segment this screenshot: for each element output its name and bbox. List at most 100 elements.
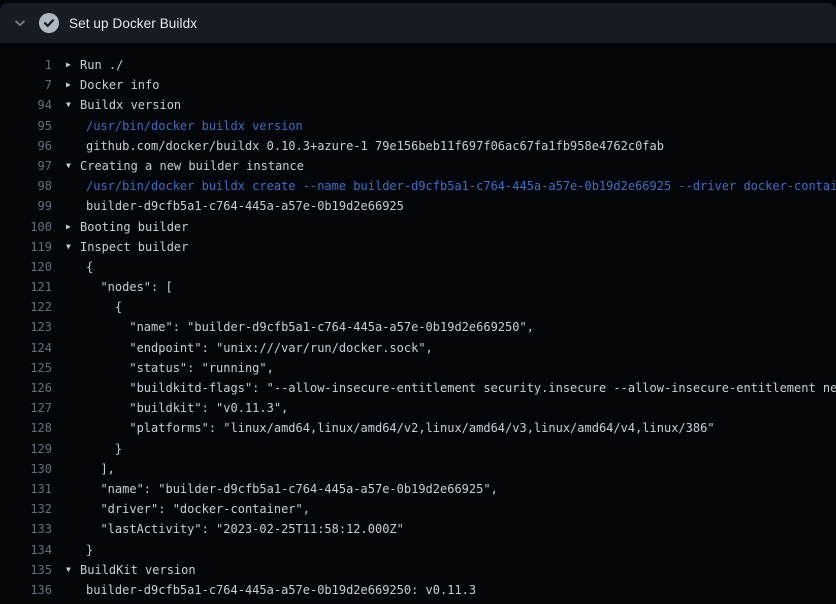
line-number[interactable]: 127 bbox=[0, 398, 52, 418]
line-number[interactable]: 99 bbox=[0, 196, 52, 216]
line-number[interactable]: 94 bbox=[0, 95, 52, 115]
line-text: "name": "builder-d9cfb5a1-c764-445a-a57e… bbox=[86, 317, 534, 337]
line-text: "nodes": [ bbox=[86, 277, 173, 297]
group-toggle-icon[interactable]: ▶ bbox=[66, 75, 80, 95]
line-text: builder-d9cfb5a1-c764-445a-a57e-0b19d2e6… bbox=[86, 196, 404, 216]
group-toggle-icon[interactable]: ▼ bbox=[66, 95, 80, 115]
line-content: "name": "builder-d9cfb5a1-c764-445a-a57e… bbox=[66, 479, 836, 499]
log-line: 122 { bbox=[0, 297, 836, 317]
line-text[interactable]: Buildx version bbox=[80, 95, 181, 115]
line-number[interactable]: 120 bbox=[0, 257, 52, 277]
line-content: } bbox=[66, 439, 836, 459]
line-number[interactable]: 122 bbox=[0, 297, 52, 317]
line-text: "platforms": "linux/amd64,linux/amd64/v2… bbox=[86, 418, 715, 438]
line-number[interactable]: 100 bbox=[0, 217, 52, 237]
line-text[interactable]: Docker info bbox=[80, 75, 159, 95]
log-line: 94 ▼ Buildx version bbox=[0, 95, 836, 115]
line-text: "driver": "docker-container", bbox=[86, 499, 310, 519]
line-content: ▼ Inspect builder bbox=[66, 237, 836, 257]
log-line: 131 "name": "builder-d9cfb5a1-c764-445a-… bbox=[0, 479, 836, 499]
group-toggle-icon[interactable]: ▼ bbox=[66, 156, 80, 176]
line-number[interactable]: 135 bbox=[0, 560, 52, 580]
group-toggle-icon[interactable]: ▼ bbox=[66, 560, 80, 580]
line-content: "platforms": "linux/amd64,linux/amd64/v2… bbox=[66, 418, 836, 438]
line-content: builder-d9cfb5a1-c764-445a-a57e-0b19d2e6… bbox=[66, 196, 836, 216]
line-number[interactable]: 123 bbox=[0, 317, 52, 337]
line-number[interactable]: 124 bbox=[0, 338, 52, 358]
line-number[interactable]: 133 bbox=[0, 519, 52, 539]
line-content: ], bbox=[66, 459, 836, 479]
line-number[interactable]: 119 bbox=[0, 237, 52, 257]
log-line: 123 "name": "builder-d9cfb5a1-c764-445a-… bbox=[0, 317, 836, 337]
log-line: 132 "driver": "docker-container", bbox=[0, 499, 836, 519]
line-number[interactable]: 1 bbox=[0, 55, 52, 75]
line-text: "buildkitd-flags": "--allow-insecure-ent… bbox=[86, 378, 836, 398]
line-number[interactable]: 136 bbox=[0, 580, 52, 600]
line-text: builder-d9cfb5a1-c764-445a-a57e-0b19d2e6… bbox=[86, 580, 476, 600]
log-line: 1 ▶ Run ./ bbox=[0, 55, 836, 75]
log-line: 100 ▶ Booting builder bbox=[0, 217, 836, 237]
group-toggle-icon[interactable]: ▶ bbox=[66, 217, 80, 237]
line-content: "name": "builder-d9cfb5a1-c764-445a-a57e… bbox=[66, 317, 836, 337]
log-line: 127 "buildkit": "v0.11.3", bbox=[0, 398, 836, 418]
line-text: "endpoint": "unix:///var/run/docker.sock… bbox=[86, 338, 433, 358]
line-text[interactable]: Creating a new builder instance bbox=[80, 156, 304, 176]
line-text[interactable]: Booting builder bbox=[80, 217, 188, 237]
group-toggle-icon[interactable]: ▶ bbox=[66, 55, 80, 75]
log-viewer: Set up Docker Buildx 1 ▶ Run ./ 7 ▶ Dock… bbox=[0, 0, 836, 604]
line-text: github.com/docker/buildx 0.10.3+azure-1 … bbox=[86, 136, 664, 156]
log-line: 96 github.com/docker/buildx 0.10.3+azure… bbox=[0, 136, 836, 156]
log-line: 126 "buildkitd-flags": "--allow-insecure… bbox=[0, 378, 836, 398]
step-header[interactable]: Set up Docker Buildx bbox=[0, 3, 836, 43]
line-content: ▶ Booting builder bbox=[66, 217, 836, 237]
chevron-down-icon[interactable] bbox=[12, 15, 28, 31]
check-circle-icon bbox=[39, 13, 59, 33]
line-text: "lastActivity": "2023-02-25T11:58:12.000… bbox=[86, 519, 404, 539]
line-content: /usr/bin/docker buildx version bbox=[66, 116, 836, 136]
log-line: 97 ▼ Creating a new builder instance bbox=[0, 156, 836, 176]
line-text: "name": "builder-d9cfb5a1-c764-445a-a57e… bbox=[86, 479, 498, 499]
line-content: "lastActivity": "2023-02-25T11:58:12.000… bbox=[66, 519, 836, 539]
line-content: "status": "running", bbox=[66, 358, 836, 378]
log-line: 136 builder-d9cfb5a1-c764-445a-a57e-0b19… bbox=[0, 580, 836, 600]
line-number[interactable]: 132 bbox=[0, 499, 52, 519]
log-line: 119 ▼ Inspect builder bbox=[0, 237, 836, 257]
line-number[interactable]: 131 bbox=[0, 479, 52, 499]
line-number[interactable]: 97 bbox=[0, 156, 52, 176]
group-toggle-icon[interactable]: ▼ bbox=[66, 237, 80, 257]
line-number[interactable]: 129 bbox=[0, 439, 52, 459]
line-content: "endpoint": "unix:///var/run/docker.sock… bbox=[66, 338, 836, 358]
line-number[interactable]: 7 bbox=[0, 75, 52, 95]
line-number[interactable]: 98 bbox=[0, 176, 52, 196]
line-number[interactable]: 134 bbox=[0, 540, 52, 560]
line-number[interactable]: 130 bbox=[0, 459, 52, 479]
line-text[interactable]: Inspect builder bbox=[80, 237, 188, 257]
line-content: "buildkitd-flags": "--allow-insecure-ent… bbox=[66, 378, 836, 398]
line-content: ▼ Creating a new builder instance bbox=[66, 156, 836, 176]
line-content: { bbox=[66, 257, 836, 277]
line-number[interactable]: 126 bbox=[0, 378, 52, 398]
line-text: "status": "running", bbox=[86, 358, 274, 378]
line-text: { bbox=[86, 257, 93, 277]
line-number[interactable]: 128 bbox=[0, 418, 52, 438]
line-number[interactable]: 125 bbox=[0, 358, 52, 378]
log-line: 129 } bbox=[0, 439, 836, 459]
line-content: /usr/bin/docker buildx create --name bui… bbox=[66, 176, 836, 196]
log-line: 95 /usr/bin/docker buildx version bbox=[0, 116, 836, 136]
log-line: 125 "status": "running", bbox=[0, 358, 836, 378]
log-line: 99 builder-d9cfb5a1-c764-445a-a57e-0b19d… bbox=[0, 196, 836, 216]
line-content: { bbox=[66, 297, 836, 317]
step-title: Set up Docker Buildx bbox=[69, 16, 197, 31]
line-number[interactable]: 96 bbox=[0, 136, 52, 156]
line-content: ▼ Buildx version bbox=[66, 95, 836, 115]
line-content: "nodes": [ bbox=[66, 277, 836, 297]
line-text[interactable]: Run ./ bbox=[80, 55, 123, 75]
line-content: github.com/docker/buildx 0.10.3+azure-1 … bbox=[66, 136, 836, 156]
line-text: } bbox=[86, 439, 122, 459]
line-number[interactable]: 95 bbox=[0, 116, 52, 136]
line-text: "buildkit": "v0.11.3", bbox=[86, 398, 288, 418]
log-line: 124 "endpoint": "unix:///var/run/docker.… bbox=[0, 338, 836, 358]
line-number[interactable]: 121 bbox=[0, 277, 52, 297]
line-text[interactable]: BuildKit version bbox=[80, 560, 196, 580]
line-text: /usr/bin/docker buildx version bbox=[86, 116, 303, 136]
